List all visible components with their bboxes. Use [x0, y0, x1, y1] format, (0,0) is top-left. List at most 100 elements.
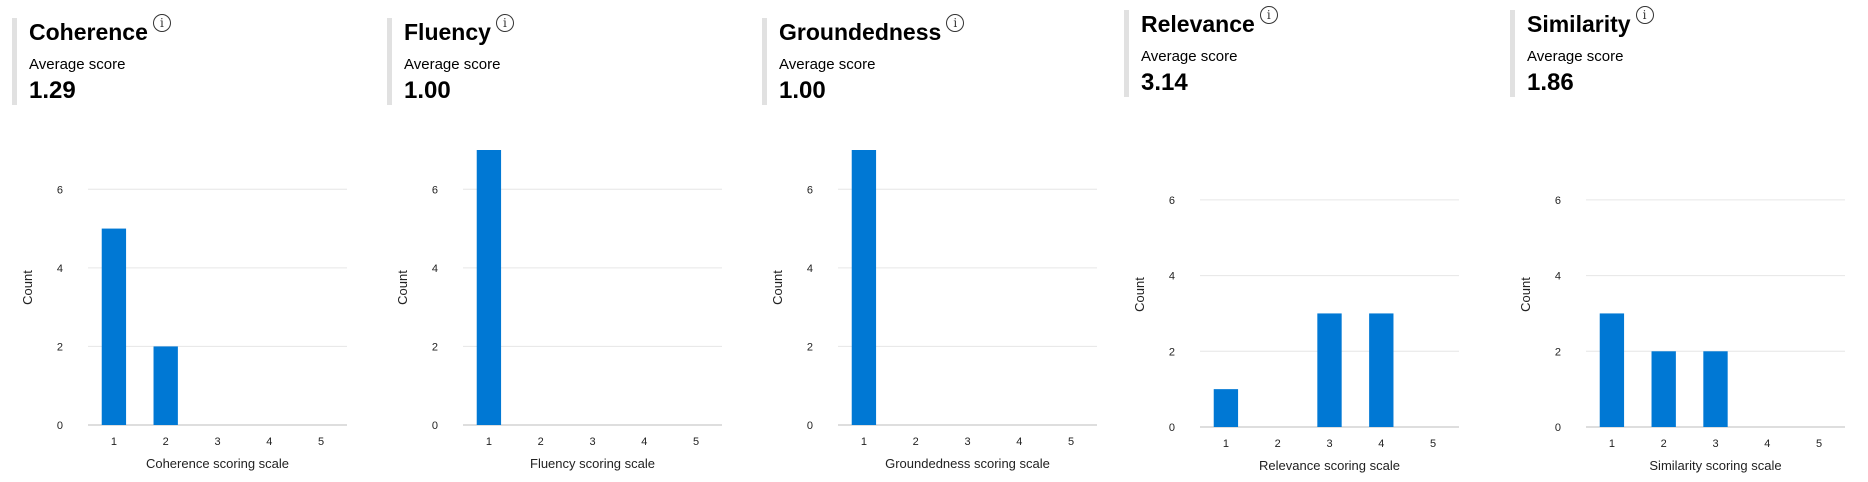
x-tick-label: 2 [1275, 438, 1281, 450]
y-axis-label: Count [395, 270, 410, 305]
average-score-label: Average score [1527, 48, 1624, 65]
average-score-label: Average score [404, 56, 501, 73]
relevance-histogram: 0 2 4 6 1 2 3 4 5 Relevance scoring scale Count [1132, 195, 1459, 473]
metric-title: Similarity [1527, 11, 1631, 37]
bar [153, 346, 178, 425]
y-tick-label: 2 [432, 341, 438, 353]
y-tick-label: 0 [432, 420, 438, 432]
x-axis-label: Groundedness scoring scale [885, 456, 1050, 471]
metric-summary-card: Similarity i Average score 1.86 [1510, 6, 1654, 97]
x-tick-label: 1 [111, 436, 117, 448]
x-tick-label: 5 [1068, 436, 1074, 448]
x-tick-label: 3 [589, 436, 595, 448]
x-tick-label: 4 [1764, 438, 1770, 450]
y-tick-label: 2 [807, 341, 813, 353]
y-tick-label: 0 [1169, 422, 1175, 434]
y-tick-label: 0 [807, 420, 813, 432]
x-tick-label: 4 [1016, 436, 1022, 448]
bar [851, 150, 877, 425]
x-tick-label: 1 [861, 436, 867, 448]
y-tick-label: 2 [1169, 346, 1175, 358]
x-tick-label: 1 [486, 436, 492, 448]
y-tick-label: 2 [1555, 346, 1561, 358]
x-tick-label: 3 [1712, 438, 1718, 450]
x-tick-label: 3 [214, 436, 220, 448]
x-axis-label: Fluency scoring scale [530, 456, 655, 471]
average-score-value: 1.00 [779, 77, 826, 104]
y-tick-label: 4 [807, 263, 813, 275]
x-axis-label: Coherence scoring scale [146, 456, 289, 471]
average-score-label: Average score [1141, 48, 1238, 65]
metric-panel-similarity: Similarity i Average score 1.86 0 2 4 6 1 2 3 4… [1510, 6, 1868, 473]
info-icon[interactable]: i [946, 14, 965, 32]
fluency-histogram: 0 2 4 6 1 2 3 4 5 Fluency scoring scale Count [395, 150, 722, 471]
y-tick-label: 6 [432, 184, 438, 196]
y-axis-label: Count [1518, 277, 1533, 312]
average-score-value: 1.86 [1527, 69, 1574, 96]
metric-panel-groundedness: Groundedness i Average score 1.00 0 2 4 6 1 2… [762, 14, 1122, 478]
y-axis-label: Count [1132, 277, 1147, 312]
y-tick-label: 6 [807, 184, 813, 196]
x-tick-label: 2 [1661, 438, 1667, 450]
x-axis-label: Relevance scoring scale [1259, 458, 1400, 473]
y-tick-label: 0 [1555, 422, 1561, 434]
x-tick-label: 1 [1223, 438, 1229, 450]
average-score-label: Average score [779, 56, 876, 73]
y-tick-label: 4 [57, 263, 63, 275]
x-tick-label: 5 [318, 436, 324, 448]
x-tick-label: 4 [1378, 438, 1384, 450]
x-tick-label: 3 [1326, 438, 1332, 450]
x-tick-label: 1 [1609, 438, 1615, 450]
y-axis-label: Count [20, 270, 35, 305]
y-tick-label: 4 [1169, 271, 1175, 283]
metric-summary-card: Groundedness i Average score 1.00 [762, 14, 965, 105]
x-axis-label: Similarity scoring scale [1649, 458, 1781, 473]
metric-summary-card: Relevance i Average score 3.14 [1124, 6, 1278, 97]
info-icon[interactable]: i [495, 14, 514, 32]
x-tick-label: 2 [163, 436, 169, 448]
x-tick-label: 5 [1816, 438, 1822, 450]
y-tick-label: 6 [1555, 195, 1561, 207]
average-score-value: 1.29 [29, 77, 76, 104]
metric-title: Fluency [404, 19, 491, 45]
bar [1369, 313, 1394, 427]
y-tick-label: 6 [57, 184, 63, 196]
metric-panel-relevance: Relevance i Average score 3.14 0 2 4 6 1 2 3 4 5… [1124, 6, 1484, 473]
metric-summary-card: Fluency i Average score 1.00 [387, 14, 514, 105]
info-icon[interactable]: i [1259, 6, 1278, 24]
y-tick-label: 2 [57, 341, 63, 353]
bar [1651, 351, 1676, 427]
bar [1703, 351, 1728, 427]
y-tick-label: 6 [1169, 195, 1175, 207]
average-score-value: 1.00 [404, 77, 451, 104]
bar [1317, 313, 1342, 427]
info-icon[interactable]: i [152, 14, 171, 32]
metric-title: Groundedness [779, 19, 942, 45]
metric-title: Coherence [29, 19, 148, 45]
metric-title: Relevance [1141, 11, 1255, 37]
y-tick-label: 0 [57, 420, 63, 432]
y-tick-label: 4 [1555, 271, 1561, 283]
x-tick-label: 4 [641, 436, 647, 448]
x-tick-label: 5 [1430, 438, 1436, 450]
bar [1213, 389, 1239, 427]
groundedness-histogram: 0 2 4 6 1 2 3 4 5 Groundedness scoring scale Count [770, 150, 1097, 471]
metric-panel-fluency: Fluency i Average score 1.00 0 2 4 6 1 2 3 4 5 Fl… [387, 14, 747, 478]
average-score-label: Average score [29, 56, 126, 73]
x-tick-label: 3 [964, 436, 970, 448]
bar [1599, 313, 1625, 427]
bar [101, 228, 127, 425]
coherence-histogram: 0 2 4 6 1 2 3 4 5 Coherence scoring scale Count [20, 184, 347, 471]
metric-summary-card: Coherence i Average score 1.29 [12, 14, 171, 105]
average-score-value: 3.14 [1141, 69, 1188, 96]
similarity-histogram: 0 2 4 6 1 2 3 4 5 Similarity scoring scale Count [1518, 195, 1845, 473]
x-tick-label: 2 [913, 436, 919, 448]
y-axis-label: Count [770, 270, 785, 305]
x-tick-label: 2 [538, 436, 544, 448]
bar [476, 150, 502, 425]
y-tick-label: 4 [432, 263, 438, 275]
x-tick-label: 4 [266, 436, 272, 448]
metric-panel-coherence: Coherence i Average score 1.29 0 2 4 6 1 2 3 4 5… [12, 14, 372, 478]
info-icon[interactable]: i [1635, 6, 1654, 24]
x-tick-label: 5 [693, 436, 699, 448]
